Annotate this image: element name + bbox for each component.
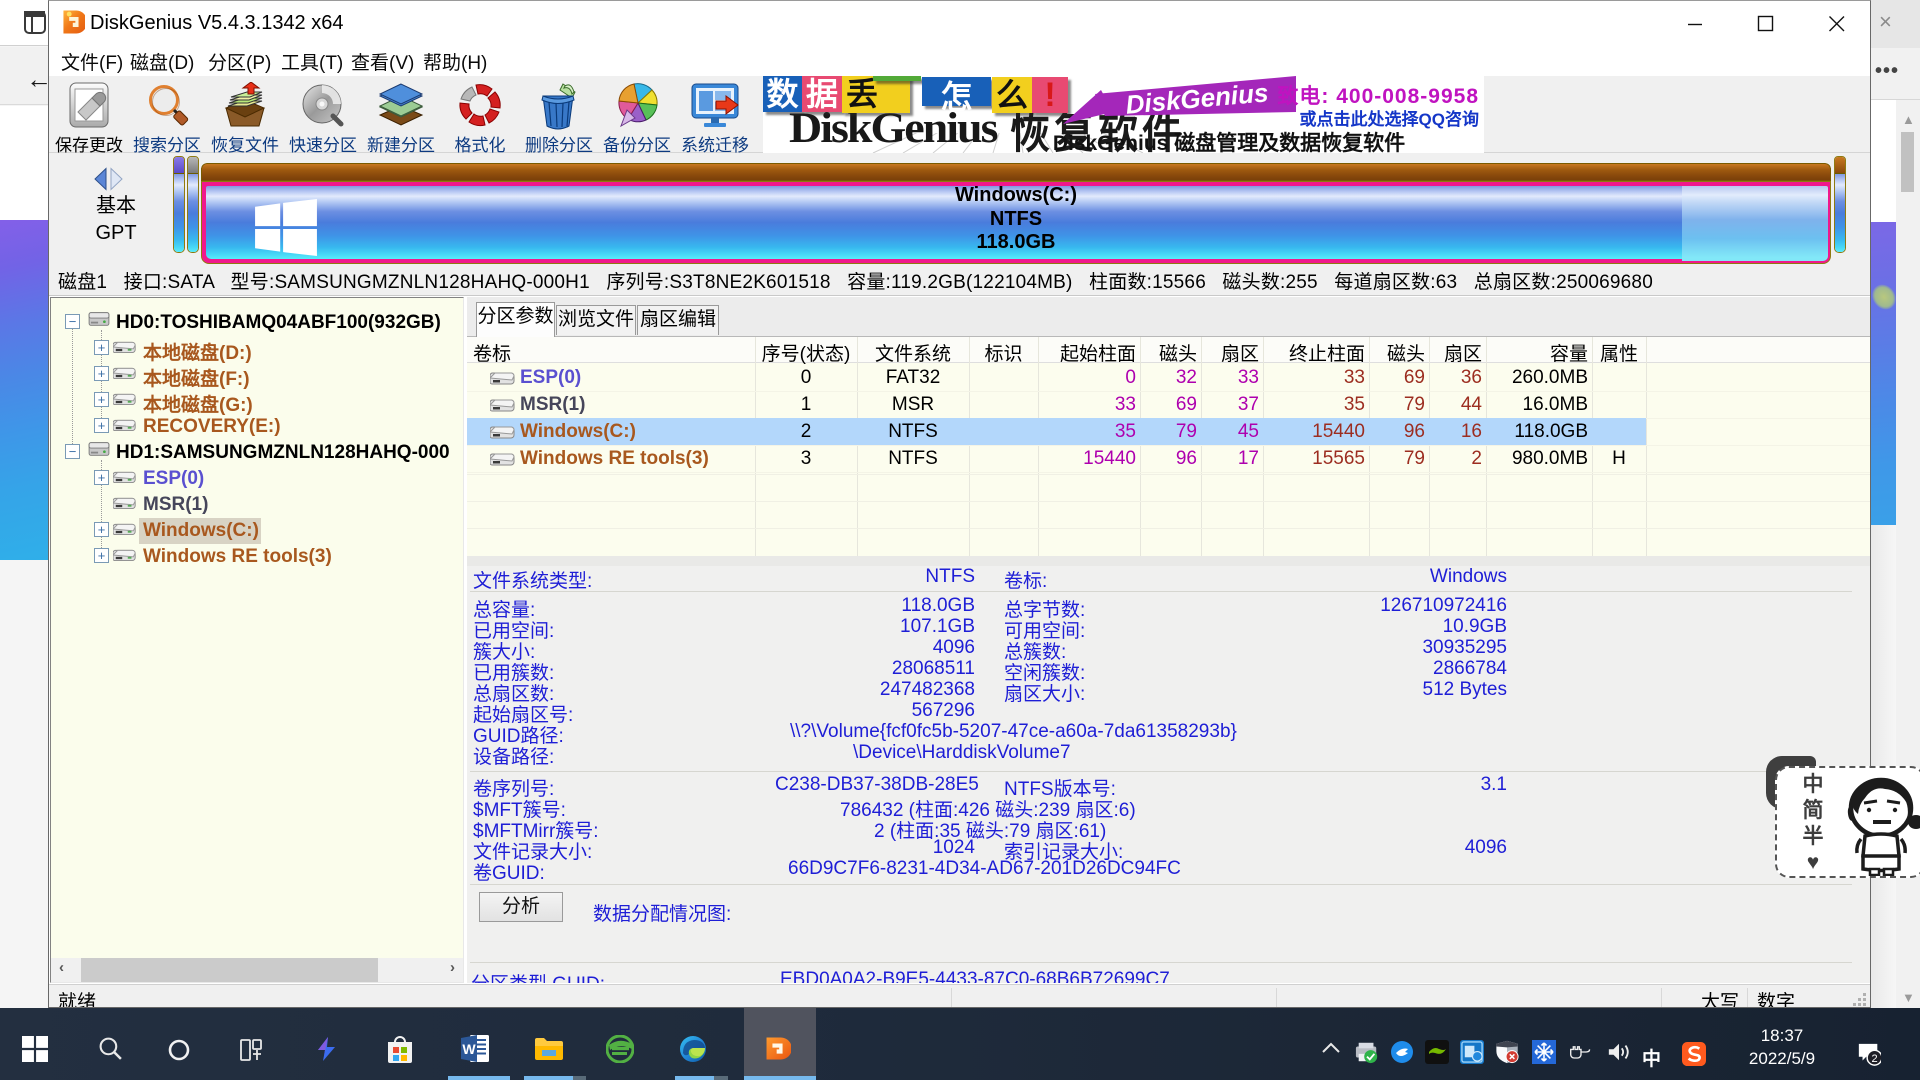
svg-text:2: 2 <box>1871 1053 1877 1065</box>
svg-text:W: W <box>462 1041 476 1057</box>
